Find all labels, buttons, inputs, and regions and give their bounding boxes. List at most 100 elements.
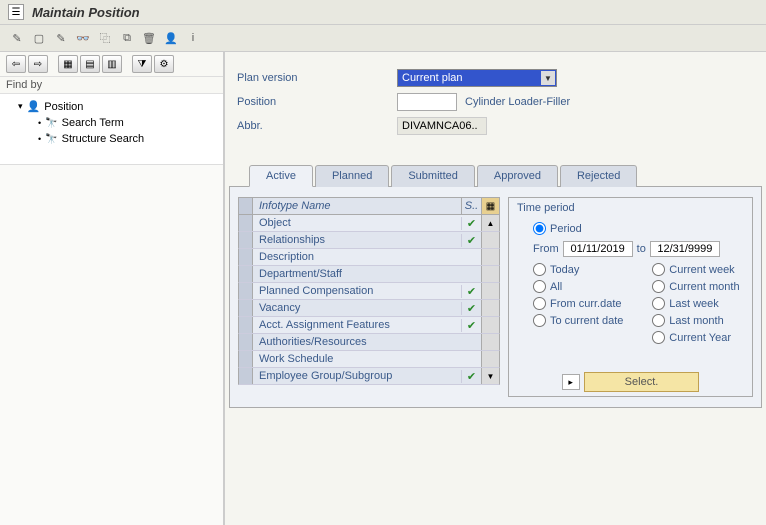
config-column-icon[interactable]: ▦ [481,198,499,214]
time-option-label: Current month [669,281,739,293]
tab-rejected[interactable]: Rejected [560,165,637,187]
time-option[interactable]: From curr.date [533,297,652,310]
wand-icon[interactable]: ✎ [8,29,26,47]
expand-icon[interactable]: ▦ [58,55,78,73]
forward-icon[interactable]: ⇨ [28,55,48,73]
person-icon[interactable]: 👤 [162,29,180,47]
app-menu-icon[interactable]: ☰ [8,4,24,20]
infotype-row[interactable]: Object✔▲ [238,215,500,232]
scroll-track[interactable] [481,300,499,316]
info-icon[interactable]: i [184,29,202,47]
time-radio[interactable] [533,297,546,310]
find-by-label: Find by [0,77,223,94]
tab-submitted[interactable]: Submitted [391,165,475,187]
from-label: From [533,243,559,255]
layout-icon[interactable]: ▥ [102,55,122,73]
collapse-icon[interactable]: ▤ [80,55,100,73]
plan-version-label: Plan version [237,72,397,84]
period-label: Period [550,223,582,235]
chevron-down-icon[interactable]: ▼ [541,71,555,85]
infotype-row[interactable]: Vacancy✔ [238,300,500,317]
time-radio[interactable] [652,331,665,344]
back-icon[interactable]: ⇦ [6,55,26,73]
time-option[interactable]: Last week [652,297,744,310]
row-selector[interactable] [239,283,253,299]
tree-root-position[interactable]: ▾ 👤 Position [6,98,217,115]
select-column-header[interactable] [239,198,253,214]
scroll-track[interactable] [481,283,499,299]
position-description: Cylinder Loader-Filler [465,96,570,108]
row-selector[interactable] [239,232,253,248]
infotype-row[interactable]: Planned Compensation✔ [238,283,500,300]
tree-item-structure-search[interactable]: • 🔭 Structure Search [6,131,217,147]
row-selector[interactable] [239,249,253,265]
time-radio[interactable] [533,314,546,327]
infotype-row-label: Work Schedule [253,353,461,365]
to-date-input[interactable] [650,241,720,257]
time-option[interactable]: All [533,280,652,293]
infotype-row[interactable]: Authorities/Resources [238,334,500,351]
filter-icon[interactable]: ⧩ [132,55,152,73]
row-selector[interactable] [239,334,253,350]
display-icon[interactable]: 👓 [74,29,92,47]
tab-planned[interactable]: Planned [315,165,389,187]
time-radio[interactable] [652,297,665,310]
infotype-row[interactable]: Description [238,249,500,266]
infotype-row[interactable]: Employee Group/Subgroup✔▼ [238,368,500,385]
select-launch-icon[interactable]: ▸ [562,374,580,390]
scroll-track[interactable] [481,249,499,265]
tree-item-search-term[interactable]: • 🔭 Search Term [6,115,217,131]
settings-icon[interactable]: ⚙ [154,55,174,73]
scroll-track[interactable] [481,317,499,333]
infotype-row[interactable]: Acct. Assignment Features✔ [238,317,500,334]
position-input[interactable] [397,93,457,111]
infotype-row[interactable]: Work Schedule [238,351,500,368]
scroll-track[interactable] [481,334,499,350]
time-radio[interactable] [652,263,665,276]
time-radio[interactable] [533,263,546,276]
from-date-input[interactable] [563,241,633,257]
scroll-track[interactable] [481,266,499,282]
time-option[interactable]: Today [533,263,652,276]
period-radio[interactable] [533,222,546,235]
tab-approved[interactable]: Approved [477,165,558,187]
time-option[interactable]: Current month [652,280,744,293]
time-option[interactable]: To current date [533,314,652,327]
infotype-row[interactable]: Department/Staff [238,266,500,283]
row-selector[interactable] [239,351,253,367]
infotype-row[interactable]: Relationships✔ [238,232,500,249]
time-radio[interactable] [533,280,546,293]
time-period-title: Time period [517,202,744,214]
delimit-icon[interactable]: ⧉ [118,29,136,47]
time-option-label: Last month [669,315,723,327]
scroll-track[interactable]: ▼ [481,368,499,384]
delete-icon[interactable]: 🗑 [140,29,158,47]
row-selector[interactable] [239,266,253,282]
row-selector[interactable] [239,317,253,333]
time-radio[interactable] [652,280,665,293]
plan-version-dropdown[interactable]: Current plan ▼ [397,69,557,87]
time-option[interactable]: Current Year [652,331,744,344]
select-button[interactable]: Select. [584,372,700,392]
time-radio[interactable] [652,314,665,327]
row-selector[interactable] [239,215,253,231]
edit-icon[interactable]: ✎ [52,29,70,47]
infotype-name-header[interactable]: Infotype Name [253,198,461,214]
row-selector[interactable] [239,300,253,316]
row-selector[interactable] [239,368,253,384]
time-option[interactable]: Last month [652,314,744,327]
copy-icon[interactable]: ⿻ [96,29,114,47]
time-option[interactable]: Current week [652,263,744,276]
infotype-row-label: Authorities/Resources [253,336,461,348]
scroll-track[interactable] [481,232,499,248]
infotype-header: Infotype Name S.. ▦ [238,197,500,215]
status-column-header[interactable]: S.. [461,198,481,214]
scroll-track[interactable]: ▲ [481,215,499,231]
binoculars-icon: 🔭 [45,134,57,145]
scroll-track[interactable] [481,351,499,367]
select-button-label: Select. [625,376,659,388]
new-icon[interactable]: ▢ [30,29,48,47]
tree-expand-icon[interactable]: ▾ [18,101,23,112]
tree-child-label: Search Term [62,117,124,129]
tab-active[interactable]: Active [249,165,313,187]
